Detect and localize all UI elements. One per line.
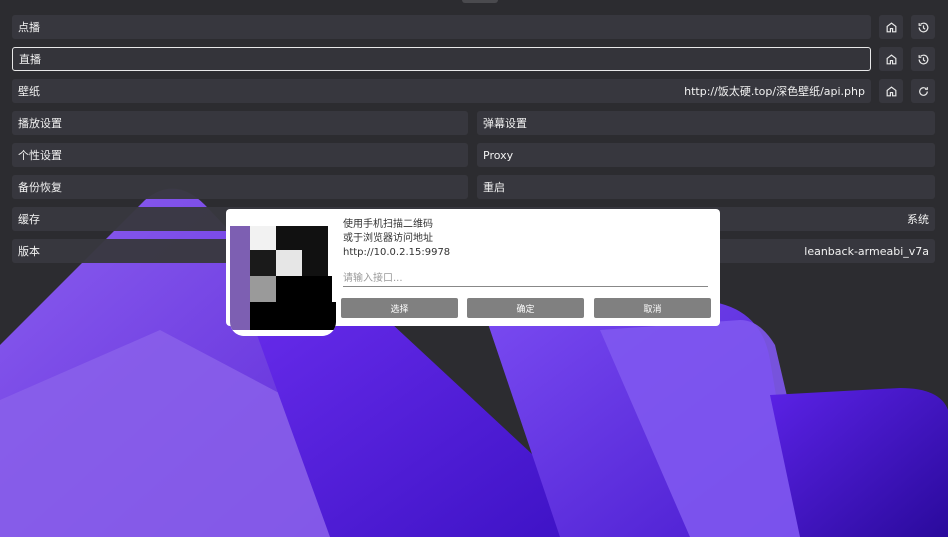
row-danmaku-settings-label: 弹幕设置: [483, 117, 527, 130]
qr-code: [230, 212, 336, 336]
live-history-button[interactable]: [911, 47, 935, 71]
row-live-label: 直播: [19, 53, 41, 66]
wallpaper-home-button[interactable]: [879, 79, 903, 103]
row-restart[interactable]: 重启: [477, 175, 935, 199]
vod-home-button[interactable]: [879, 15, 903, 39]
row-wallpaper-value: http://饭太硬.top/深色壁纸/api.php: [684, 85, 865, 98]
history-icon: [918, 22, 928, 32]
dialog-address: http://10.0.2.15:9978: [343, 247, 451, 258]
row-vod-label: 点播: [18, 21, 40, 34]
row-personal-settings-label: 个性设置: [18, 149, 62, 162]
row-wallpaper-label: 壁纸: [18, 85, 40, 98]
row-cache-label: 缓存: [18, 213, 40, 226]
row-backup-restore-label: 备份恢复: [18, 181, 62, 194]
row-wallpaper[interactable]: 壁纸 http://饭太硬.top/深色壁纸/api.php: [12, 79, 871, 103]
wallpaper-refresh-button[interactable]: [911, 79, 935, 103]
cancel-button[interactable]: 取消: [594, 298, 711, 318]
row-cache-value: 系统: [907, 213, 929, 226]
row-personal-settings[interactable]: 个性设置: [12, 143, 468, 167]
row-restart-label: 重启: [483, 181, 505, 194]
row-proxy[interactable]: Proxy: [477, 143, 935, 167]
row-version-label: 版本: [18, 245, 40, 258]
api-url-input[interactable]: [343, 271, 708, 287]
row-backup-restore[interactable]: 备份恢复: [12, 175, 468, 199]
select-button[interactable]: 选择: [341, 298, 458, 318]
home-icon: [886, 53, 896, 64]
dialog-instruction-line2: 或于浏览器访问地址: [343, 233, 433, 244]
row-vod[interactable]: 点播: [12, 15, 871, 39]
row-proxy-label: Proxy: [483, 148, 514, 162]
home-icon: [886, 85, 896, 96]
top-notch: [462, 0, 498, 3]
home-icon: [886, 21, 896, 32]
row-version-value: leanback-armeabi_v7a: [804, 244, 929, 258]
vod-history-button[interactable]: [911, 15, 935, 39]
row-play-settings-label: 播放设置: [18, 117, 62, 130]
refresh-icon: [918, 86, 928, 96]
row-live[interactable]: 直播: [12, 47, 871, 71]
live-home-button[interactable]: [879, 47, 903, 71]
row-danmaku-settings[interactable]: 弹幕设置: [477, 111, 935, 135]
row-play-settings[interactable]: 播放设置: [12, 111, 468, 135]
config-dialog: 使用手机扫描二维码 或于浏览器访问地址 http://10.0.2.15:997…: [226, 209, 720, 336]
dialog-instruction-line1: 使用手机扫描二维码: [343, 219, 433, 230]
history-icon: [918, 54, 928, 64]
confirm-button[interactable]: 确定: [467, 298, 584, 318]
